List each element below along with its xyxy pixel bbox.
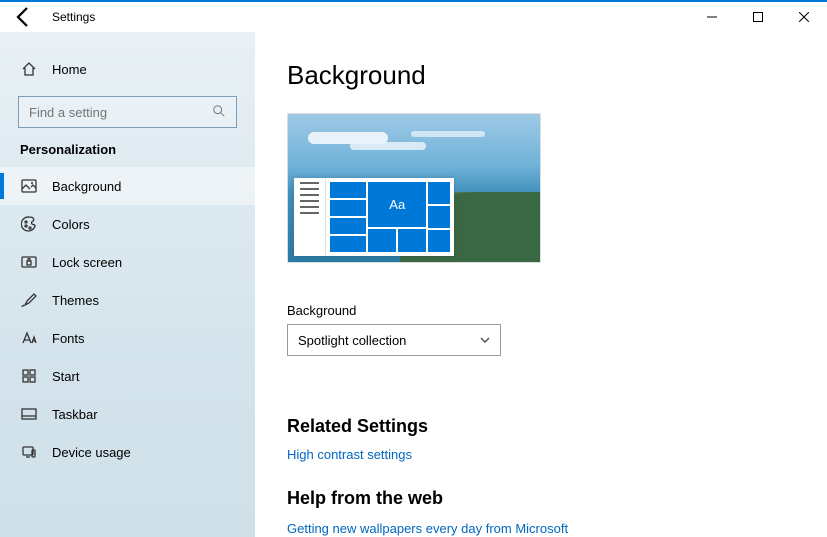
nav-label: Fonts — [52, 331, 85, 346]
minimize-button[interactable] — [689, 2, 735, 32]
settings-window: Settings Home Personali — [0, 0, 827, 537]
palette-icon — [20, 215, 38, 233]
help-link-wallpapers[interactable]: Getting new wallpapers every day from Mi… — [287, 521, 795, 536]
maximize-button[interactable] — [735, 2, 781, 32]
help-heading: Help from the web — [287, 488, 795, 509]
section-header: Personalization — [0, 142, 255, 167]
font-icon — [20, 329, 38, 347]
nav-fonts[interactable]: Fonts — [0, 319, 255, 357]
background-select[interactable]: Spotlight collection — [287, 324, 501, 356]
nav-label: Themes — [52, 293, 99, 308]
nav-colors[interactable]: Colors — [0, 205, 255, 243]
nav-label: Lock screen — [52, 255, 122, 270]
lock-icon — [20, 253, 38, 271]
nav-start[interactable]: Start — [0, 357, 255, 395]
background-select-value: Spotlight collection — [298, 333, 406, 348]
content: Background — [255, 32, 827, 537]
titlebar: Settings — [0, 2, 827, 32]
background-field-label: Background — [287, 303, 795, 318]
background-preview: Aa — [287, 113, 541, 263]
page-title: Background — [287, 60, 795, 91]
nav-label: Taskbar — [52, 407, 98, 422]
nav-label: Background — [52, 179, 121, 194]
back-button[interactable] — [12, 5, 36, 29]
nav-label: Colors — [52, 217, 90, 232]
nav-label: Device usage — [52, 445, 131, 460]
chevron-down-icon — [480, 333, 490, 348]
window-title: Settings — [52, 10, 95, 24]
home-button[interactable]: Home — [0, 50, 255, 88]
nav-taskbar[interactable]: Taskbar — [0, 395, 255, 433]
related-settings-heading: Related Settings — [287, 416, 795, 437]
nav-label: Start — [52, 369, 79, 384]
desktop-preview-overlay: Aa — [294, 178, 454, 256]
nav-themes[interactable]: Themes — [0, 281, 255, 319]
nav-background[interactable]: Background — [0, 167, 255, 205]
close-button[interactable] — [781, 2, 827, 32]
picture-icon — [20, 177, 38, 195]
taskbar-icon — [20, 405, 38, 423]
nav-lockscreen[interactable]: Lock screen — [0, 243, 255, 281]
sidebar: Home Personalization Background Colors — [0, 32, 255, 537]
search-box[interactable] — [18, 96, 237, 128]
home-label: Home — [52, 62, 87, 77]
grid-icon — [20, 367, 38, 385]
home-icon — [20, 60, 38, 78]
search-icon — [212, 104, 226, 121]
usage-icon — [20, 443, 38, 461]
brush-icon — [20, 291, 38, 309]
high-contrast-link[interactable]: High contrast settings — [287, 447, 795, 462]
preview-tile-aa: Aa — [368, 182, 426, 227]
nav-device-usage[interactable]: Device usage — [0, 433, 255, 471]
search-input[interactable] — [29, 105, 212, 120]
